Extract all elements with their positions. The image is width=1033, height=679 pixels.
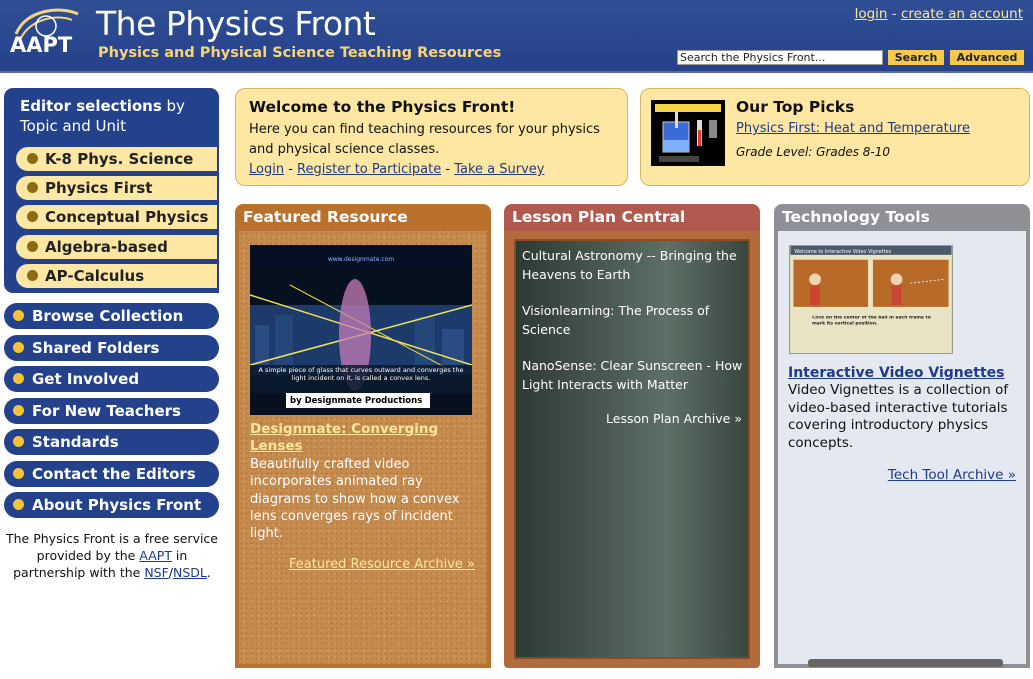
editor-selections-heading: Editor selections by Topic and Unit — [20, 97, 185, 135]
bullet-icon — [13, 405, 24, 416]
topic-physics-first[interactable]: Physics First — [16, 176, 217, 200]
featured-resource-image[interactable]: www.designmate.com A simple piece of gla… — [250, 245, 472, 415]
nav-get-involved[interactable]: Get Involved — [4, 366, 219, 392]
link-separator: - — [891, 6, 897, 22]
survey-link[interactable]: Take a Survey — [454, 162, 544, 177]
site-subtitle: Physics and Physical Science Teaching Re… — [98, 45, 502, 61]
top-picks-box: Our Top Picks Physics First: Heat and Te… — [640, 88, 1030, 186]
nsf-link[interactable]: NSF — [144, 565, 168, 580]
bullet-icon — [13, 468, 24, 479]
tech-archive-link[interactable]: Tech Tool Archive » — [888, 467, 1016, 483]
sidebar-note: The Physics Front is a free service prov… — [6, 531, 218, 580]
account-links: login - create an account — [855, 6, 1023, 22]
create-account-link[interactable]: create an account — [901, 6, 1023, 22]
site-title: The Physics Front — [96, 4, 376, 43]
featured-resource-heading: Featured Resource — [235, 204, 491, 231]
lesson-plan-heading: Lesson Plan Central — [504, 204, 760, 231]
top-pick-link[interactable]: Physics First: Heat and Temperature — [736, 121, 970, 136]
bullet-icon — [27, 270, 38, 281]
top-picks-title: Our Top Picks — [736, 98, 855, 116]
tech-tool-description: Video Vignettes is a collection of video… — [788, 382, 1009, 451]
whiteboard-marker-tray — [808, 659, 1003, 667]
bullet-icon — [13, 373, 24, 384]
featured-resource-link[interactable]: Designmate: Converging Lenses — [250, 421, 475, 455]
search-input[interactable] — [677, 50, 883, 65]
featured-image-caption: A simple piece of glass that curves outw… — [258, 366, 464, 382]
welcome-links: Login - Register to Participate - Take a… — [249, 162, 545, 177]
bullet-icon — [13, 310, 24, 321]
tech-tool-link[interactable]: Interactive Video Vignettes — [788, 365, 1004, 381]
chalkboard: Cultural Astronomy -- Bringing the Heave… — [514, 239, 750, 659]
bullet-icon — [27, 211, 38, 222]
register-link[interactable]: Register to Participate — [297, 162, 441, 177]
site-header: AAPT The Physics Front Physics and Physi… — [0, 0, 1033, 73]
welcome-title: Welcome to the Physics Front! — [249, 98, 516, 116]
welcome-box: Welcome to the Physics Front! Here you c… — [235, 88, 628, 186]
nav-shared-folders[interactable]: Shared Folders — [4, 335, 219, 361]
nav-for-new-teachers[interactable]: For New Teachers — [4, 398, 219, 424]
nav-about-physics-front[interactable]: About Physics Front — [4, 492, 219, 518]
topic-k8-phys-science[interactable]: K-8 Phys. Science — [16, 147, 217, 171]
top-pick-grade-level: Grade Level: Grades 8-10 — [736, 145, 891, 159]
nav-browse-collection[interactable]: Browse Collection — [4, 303, 219, 329]
bullet-icon — [27, 182, 38, 193]
bullet-icon — [13, 342, 24, 353]
advanced-search-button[interactable]: Advanced — [950, 50, 1024, 65]
tech-tool-image[interactable]: Welcome to Interactive Video Vignettes C… — [789, 245, 953, 354]
nav-contact-editors[interactable]: Contact the Editors — [4, 461, 219, 487]
aapt-link[interactable]: AAPT — [139, 548, 172, 563]
bullet-icon — [13, 499, 24, 510]
search-button[interactable]: Search — [888, 50, 944, 65]
featured-resource-description: Beautifully crafted video incorporates a… — [250, 457, 460, 542]
featured-image-credit: by Designmate Productions — [290, 396, 422, 406]
bullet-icon — [13, 436, 24, 447]
bullet-icon — [27, 241, 38, 252]
lesson-archive-link[interactable]: Lesson Plan Archive » — [606, 411, 742, 426]
technology-tools-heading: Technology Tools — [774, 204, 1030, 231]
technology-tools-panel: Welcome to Interactive Video Vignettes C… — [774, 231, 1030, 668]
login-link[interactable]: login — [855, 6, 888, 22]
bullet-icon — [27, 153, 38, 164]
welcome-login-link[interactable]: Login — [249, 162, 284, 177]
featured-resource-panel: www.designmate.com A simple piece of gla… — [235, 231, 491, 668]
tech-image-header: Welcome to Interactive Video Vignettes — [794, 249, 891, 255]
lesson-plan-panel: Cultural Astronomy -- Bringing the Heave… — [504, 231, 760, 668]
featured-archive-link[interactable]: Featured Resource Archive » — [289, 557, 475, 572]
top-pick-thumbnail[interactable] — [651, 100, 725, 166]
lesson-item-cultural-astronomy[interactable]: Cultural Astronomy -- Bringing the Heave… — [522, 246, 744, 284]
aapt-logo[interactable]: AAPT — [6, 4, 86, 68]
nav-standards[interactable]: Standards — [4, 429, 219, 455]
topic-algebra-based[interactable]: Algebra-based — [16, 235, 217, 259]
nsdl-link[interactable]: NSDL — [173, 565, 207, 580]
topic-conceptual-physics[interactable]: Conceptual Physics — [16, 205, 217, 229]
topic-ap-calculus[interactable]: AP-Calculus — [16, 264, 217, 288]
lesson-item-visionlearning[interactable]: Visionlearning: The Process of Science — [522, 301, 744, 339]
tech-image-instruction: Click on the center of the ball in each … — [812, 315, 931, 327]
featured-image-url: www.designmate.com — [328, 256, 394, 263]
logo-text: AAPT — [10, 33, 73, 57]
welcome-text: Here you can find teaching resources for… — [249, 122, 600, 157]
lesson-item-nanosense[interactable]: NanoSense: Clear Sunscreen - How Light I… — [522, 356, 744, 394]
